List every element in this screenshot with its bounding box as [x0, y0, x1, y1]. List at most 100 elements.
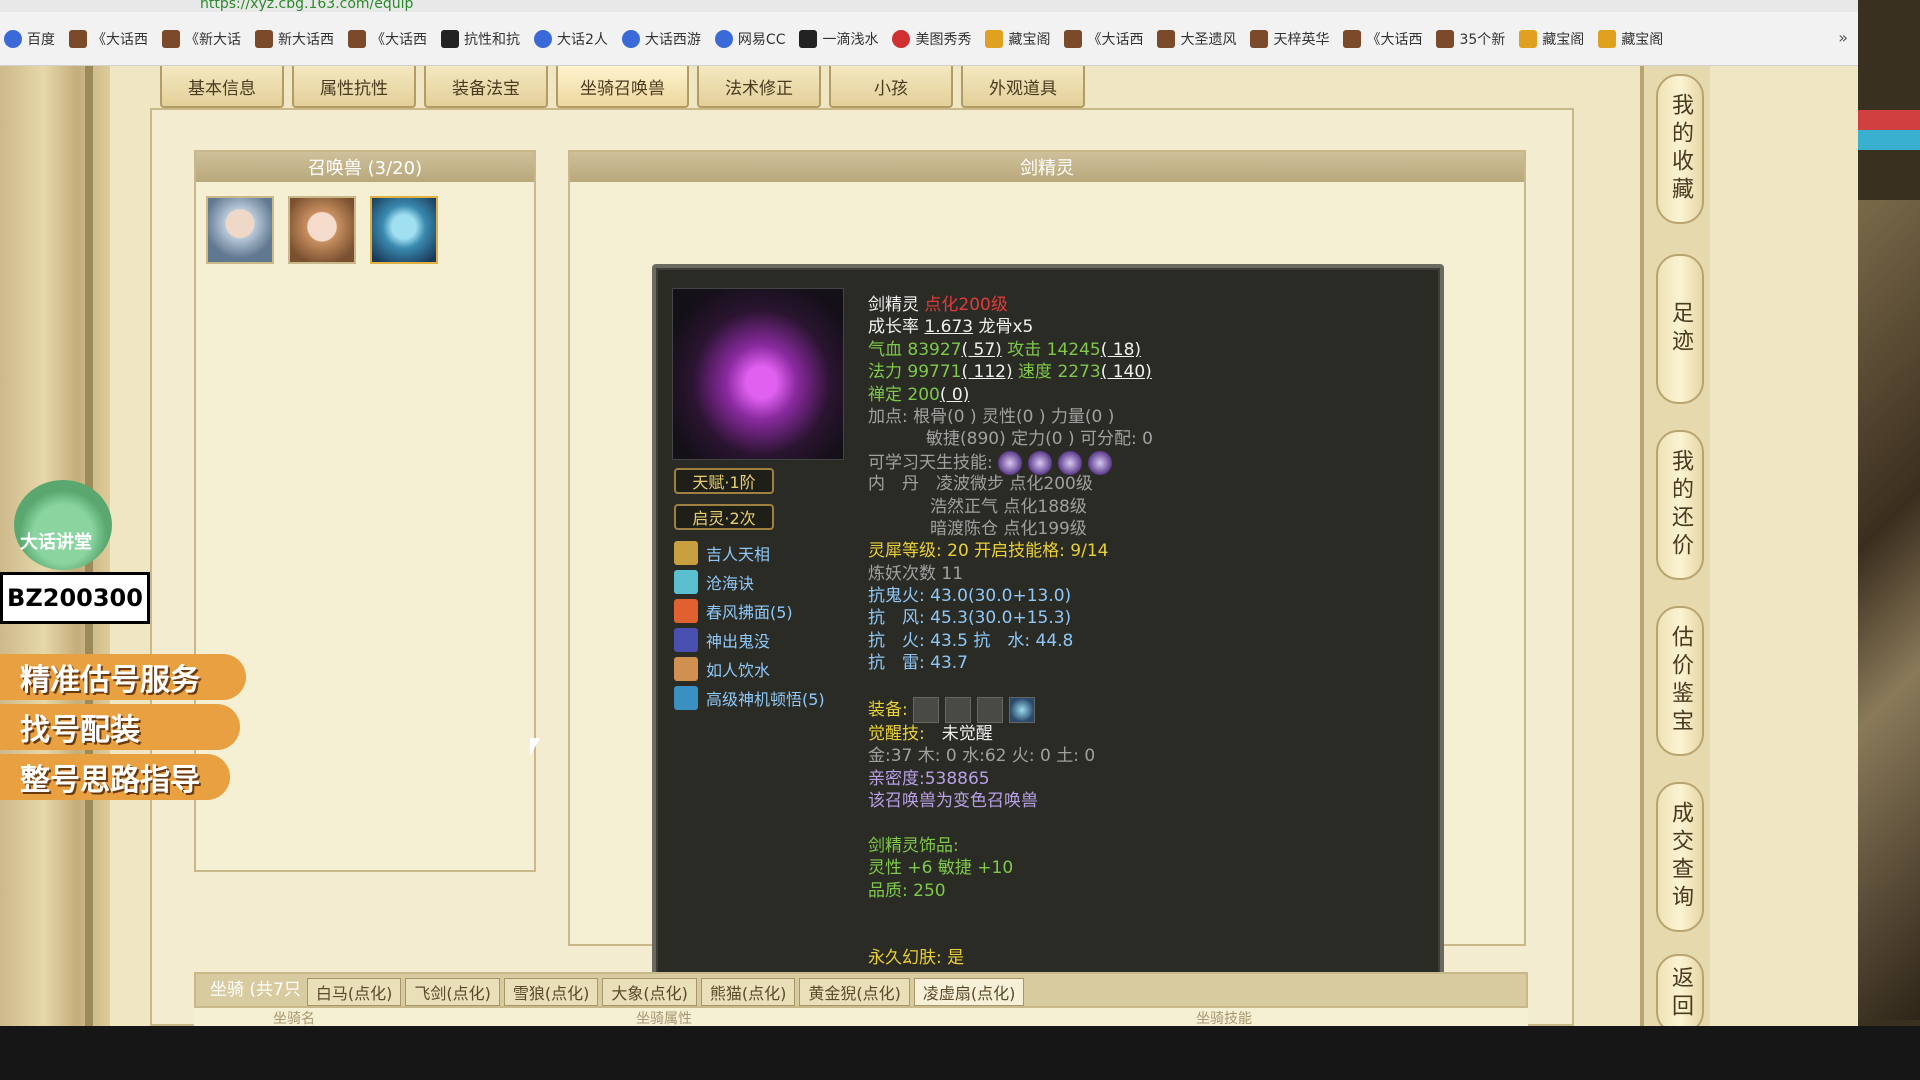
summon-list-panel: 召唤兽 (3/20) — [194, 150, 536, 872]
bookmark-item[interactable]: 大话西游 — [621, 29, 701, 49]
promo-brand: 大话讲堂 — [20, 532, 92, 553]
tab-spell-modifiers[interactable]: 法术修正 — [697, 66, 821, 108]
mouse-cursor — [530, 738, 540, 756]
bookmark-item[interactable]: 一滴浅水 — [799, 29, 878, 49]
bookmark-item[interactable]: 美图秀秀 — [892, 29, 971, 49]
bookmark-item[interactable]: 网易CC — [714, 29, 785, 49]
skill-item[interactable]: 如人饮水 — [674, 654, 854, 683]
tab-children[interactable]: 小孩 — [829, 66, 953, 108]
summon-avatar[interactable] — [206, 196, 274, 264]
equip-slot-icon[interactable] — [913, 697, 940, 724]
browser-address-strip: https://xyz.cbg.163.com/equip — [0, 0, 1858, 12]
skill-item[interactable]: 沧海诀 — [674, 567, 854, 596]
equip-slot-icon[interactable] — [977, 697, 1004, 724]
bookmark-item[interactable]: 大话2人 — [534, 29, 608, 49]
equipment-slots — [913, 697, 1036, 724]
mount-table-header: 坐骑名 坐骑属性 坐骑技能 — [194, 1008, 1528, 1026]
bookmark-item[interactable]: 新大话西 — [255, 29, 334, 49]
skill-item[interactable]: 神出鬼没 — [674, 625, 854, 654]
tab-equipment[interactable]: 装备法宝 — [424, 66, 548, 108]
bookmarks-more-button[interactable]: » — [1838, 28, 1848, 47]
ornament-attr: 灵性 +6 敏捷 +10 — [868, 858, 1014, 879]
skill-item[interactable]: 吉人天相 — [674, 538, 854, 567]
skill-orb-icon[interactable] — [998, 450, 1023, 475]
neidan-item: 浩然正气 点化188级 — [930, 496, 1087, 517]
bookmark-item[interactable]: 《新大话 — [162, 29, 241, 49]
cbg-icon — [1598, 29, 1617, 48]
nav-offers-button[interactable]: 我的还价 — [1656, 430, 1704, 580]
netease-cc-icon — [714, 29, 733, 48]
tab-mounts-summons[interactable]: 坐骑召唤兽 — [556, 66, 689, 108]
permanent-skin: 永久幻肤: 是 — [868, 947, 965, 968]
status-bars — [1858, 110, 1920, 150]
bookmark-item[interactable]: 《大话西 — [69, 29, 148, 49]
bookmark-item[interactable]: 藏宝阁 — [985, 29, 1050, 49]
mp-extra[interactable]: ( 112) — [962, 362, 1013, 382]
mount-tab[interactable]: 黄金猊(点化) — [799, 978, 910, 1006]
ding-extra[interactable]: ( 0) — [940, 385, 969, 405]
bookmarks-bar: 百度 《大话西 《新大话 新大话西 《大话西 抗性和抗 大话2人 大话西游 网易… — [0, 12, 1858, 66]
address-bar[interactable]: https://xyz.cbg.163.com/equip — [200, 0, 413, 12]
bookmark-item[interactable]: 百度 — [4, 29, 55, 49]
mp-label: 法力 — [868, 362, 902, 383]
resistance-thunder: 抗 雷: 43.7 — [868, 653, 968, 674]
skill-item[interactable]: 春风拂面(5) — [674, 596, 854, 625]
five-elements: 金:37 木: 0 水:62 火: 0 土: 0 — [868, 746, 1096, 767]
nav-history-button[interactable]: 足迹 — [1656, 254, 1704, 404]
bookmark-item[interactable]: 藏宝阁 — [1519, 29, 1584, 49]
bookmark-item[interactable]: 《大话西 — [1064, 29, 1143, 49]
skill-orb-icon[interactable] — [1028, 450, 1053, 475]
mount-count-title: 坐骑 (共7只 — [210, 980, 301, 1000]
page: 基本信息 属性抗性 装备法宝 坐骑召唤兽 法术修正 小孩 外观道具 召唤兽 (3… — [0, 66, 1858, 1026]
lingxi-level: 灵犀等级: 20 开启技能格: 9/14 — [868, 541, 1109, 562]
skill-icon — [674, 627, 698, 652]
tab-attributes-resistance[interactable]: 属性抗性 — [292, 66, 416, 108]
bookmark-item[interactable]: 35个新 — [1436, 29, 1505, 49]
skill-icon — [674, 598, 698, 623]
summon-avatar-selected[interactable] — [370, 196, 438, 264]
mount-tab[interactable]: 雪狼(点化) — [503, 978, 599, 1006]
skill-orb-icon[interactable] — [1058, 450, 1083, 475]
skill-item[interactable]: 高级神机顿悟(5) — [674, 683, 854, 712]
nav-back-button[interactable]: 返回 — [1656, 954, 1704, 1026]
site-icon — [1064, 29, 1083, 48]
nav-label: 估价鉴宝 — [1668, 625, 1693, 737]
mount-tab[interactable]: 飞剑(点化) — [405, 978, 500, 1006]
bookmark-item[interactable]: 《大话西 — [1343, 29, 1422, 49]
site-icon — [1250, 29, 1269, 48]
mount-tab[interactable]: 大象(点化) — [602, 978, 697, 1006]
growth-value[interactable]: 1.673 — [924, 317, 973, 337]
nav-appraisal-button[interactable]: 估价鉴宝 — [1656, 606, 1704, 756]
mount-tab[interactable]: 凌虚扇(点化) — [913, 978, 1025, 1006]
awaken-skill-value: 未觉醒 — [941, 724, 993, 745]
site-icon — [1436, 29, 1455, 48]
skill-icon — [674, 569, 698, 594]
resistance-ghostfire: 抗鬼火: 43.0(30.0+13.0) — [868, 586, 1072, 607]
points-line1: 根骨(0 ) 灵性(0 ) 力量(0 ) — [913, 406, 1115, 427]
bookmark-item[interactable]: 大圣遗风 — [1157, 29, 1236, 49]
bookmark-item[interactable]: 藏宝阁 — [1598, 29, 1663, 49]
nav-favorites-button[interactable]: 我的收藏 — [1656, 74, 1704, 224]
skill-icon — [674, 685, 698, 710]
hp-extra[interactable]: ( 57) — [962, 340, 1002, 360]
mount-tab[interactable]: 白马(点化) — [306, 978, 402, 1006]
skill-orb-icon[interactable] — [1088, 450, 1113, 475]
equip-slot-icon[interactable] — [945, 697, 972, 724]
atk-extra[interactable]: ( 18) — [1101, 340, 1141, 360]
mount-tab[interactable]: 熊猫(点化) — [700, 978, 796, 1006]
bookmark-item[interactable]: 抗性和抗 — [441, 29, 520, 49]
mp-value: 99771 — [907, 362, 962, 383]
summon-avatar[interactable] — [288, 196, 356, 264]
meitu-icon — [892, 29, 911, 48]
game-scene — [1858, 200, 1920, 1020]
ding-value: 200 — [907, 384, 940, 405]
awaken-skill-label: 觉醒技: — [868, 724, 925, 745]
nav-transactions-button[interactable]: 成交查询 — [1656, 782, 1704, 932]
spd-extra[interactable]: ( 140) — [1101, 362, 1152, 382]
tab-basic-info[interactable]: 基本信息 — [160, 66, 284, 108]
bookmark-item[interactable]: 天梓英华 — [1250, 29, 1329, 49]
skill-icon — [674, 656, 698, 681]
tab-appearance[interactable]: 外观道具 — [961, 66, 1085, 108]
bookmark-item[interactable]: 《大话西 — [348, 29, 427, 49]
equip-slot-icon[interactable] — [1009, 697, 1036, 724]
